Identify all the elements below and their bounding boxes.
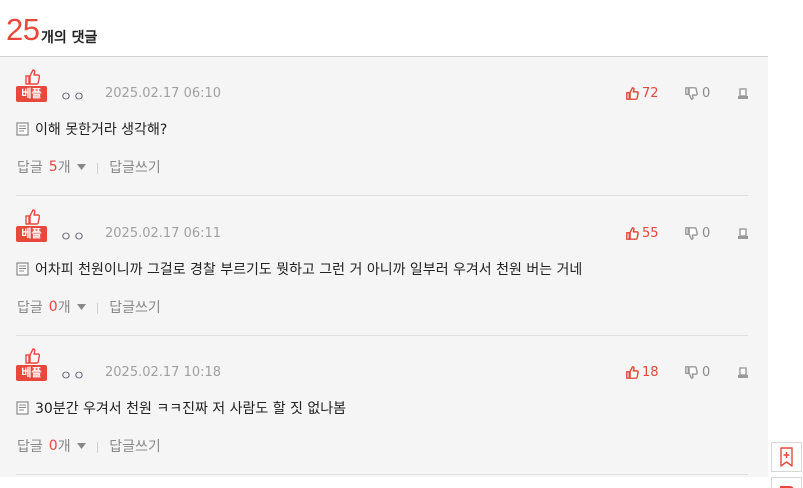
memo-icon [16,401,29,415]
write-reply-button[interactable]: 답글쓰기 [109,436,161,456]
comment-text: 어차피 천원이니까 그걸로 경찰 부르기도 뭣하고 그런 거 아니까 일부러 우… [35,262,583,278]
reply-unit: 개 [57,300,71,316]
best-label: 베플 [16,226,47,242]
reply-count: 0 [48,438,58,454]
comment-date: 2025.02.17 06:11 [105,226,222,241]
report-icon[interactable] [737,88,749,100]
dislike-button[interactable]: 0 [685,86,710,101]
thumbs-down-icon [685,366,698,379]
thumbs-down-icon [685,87,698,100]
like-count: 72 [642,86,659,101]
comment-body: 30분간 우겨서 천원 ㅋㅋ진짜 저 사람도 할 짓 없나봄 [16,398,346,418]
bookmark-icon [780,447,793,467]
comment-item: 베플 ㅇㅇ 2025.02.17 06:11 55 0 어차피 천원이니까 그걸… [0,197,768,336]
comment-item: 베플 ㅇㅇ 2025.02.17 06:10 72 0 이해 못한거라 생각해?… [0,57,768,196]
comment-body: 어차피 천원이니까 그걸로 경찰 부르기도 뭣하고 그런 거 아니까 일부러 우… [16,259,582,279]
thumbs-up-icon [25,348,40,364]
reply-label: 답글 [17,300,43,316]
divider: | [95,160,100,174]
reply-unit: 개 [57,439,71,455]
like-button[interactable]: 18 [626,365,659,380]
reply-controls: 답글 0 개 | 답글쓰기 [17,297,161,317]
thumbs-up-icon [626,227,639,240]
caret-down-icon [76,164,86,170]
best-comment-badge: 베플 [16,209,47,243]
comment-count-label: 개의 댓글 [41,30,98,46]
reply-toggle[interactable]: 답글 0 개 [17,297,86,317]
write-reply-button[interactable]: 답글쓰기 [109,297,161,317]
dislike-count: 0 [702,365,711,380]
best-comment-badge: 베플 [16,348,47,382]
nickname[interactable]: ㅇㅇ [60,226,86,245]
dislike-count: 0 [702,86,711,101]
divider: | [95,439,100,453]
comment-item: 베플 ㅇㅇ 2025.02.17 10:18 18 0 30분간 우겨서 천원 … [0,336,768,475]
bookmark-button[interactable] [771,442,802,472]
thumbs-up-icon [25,69,40,85]
nickname[interactable]: ㅇㅇ [60,86,86,105]
comment-date: 2025.02.17 10:18 [105,365,222,380]
reply-count: 0 [48,299,58,315]
side-action-button[interactable] [771,477,802,488]
like-count: 55 [642,226,659,241]
report-icon[interactable] [737,367,749,379]
like-button[interactable]: 55 [626,226,659,241]
thumbs-up-icon [626,87,639,100]
dislike-button[interactable]: 0 [685,365,710,380]
reply-count: 5 [48,159,58,175]
comment-divider [16,474,748,475]
comment-body: 이해 못한거라 생각해? [16,119,167,139]
memo-icon [16,122,29,136]
reply-toggle[interactable]: 답글 5 개 [17,157,86,177]
like-count: 18 [642,365,659,380]
reply-label: 답글 [17,439,43,455]
comment-text: 이해 못한거라 생각해? [35,122,168,138]
thumbs-up-icon [25,209,40,225]
comment-list: 베플 ㅇㅇ 2025.02.17 06:10 72 0 이해 못한거라 생각해?… [0,57,768,477]
reply-controls: 답글 0 개 | 답글쓰기 [17,436,161,456]
comment-divider [16,195,748,196]
write-reply-button[interactable]: 답글쓰기 [109,157,161,177]
dislike-count: 0 [702,226,711,241]
reply-toggle[interactable]: 답글 0 개 [17,436,86,456]
reply-label: 답글 [17,160,43,176]
thumbs-down-icon [685,227,698,240]
comment-count: 25 [6,12,40,47]
divider: | [95,300,100,314]
comment-text: 30분간 우겨서 천원 ㅋㅋ진짜 저 사람도 할 짓 없나봄 [35,401,347,417]
reply-unit: 개 [57,160,71,176]
side-action-icon [780,486,794,488]
like-button[interactable]: 72 [626,86,659,101]
dislike-button[interactable]: 0 [685,226,710,241]
comments-header: 25 개의 댓글 [0,0,768,57]
nickname[interactable]: ㅇㅇ [60,365,86,384]
thumbs-up-icon [626,366,639,379]
reply-controls: 답글 5 개 | 답글쓰기 [17,157,161,177]
best-label: 베플 [16,365,47,381]
caret-down-icon [76,304,86,310]
comment-date: 2025.02.17 06:10 [105,86,222,101]
memo-icon [16,262,29,276]
best-label: 베플 [16,86,47,102]
report-icon[interactable] [737,228,749,240]
caret-down-icon [76,443,86,449]
best-comment-badge: 베플 [16,69,47,103]
